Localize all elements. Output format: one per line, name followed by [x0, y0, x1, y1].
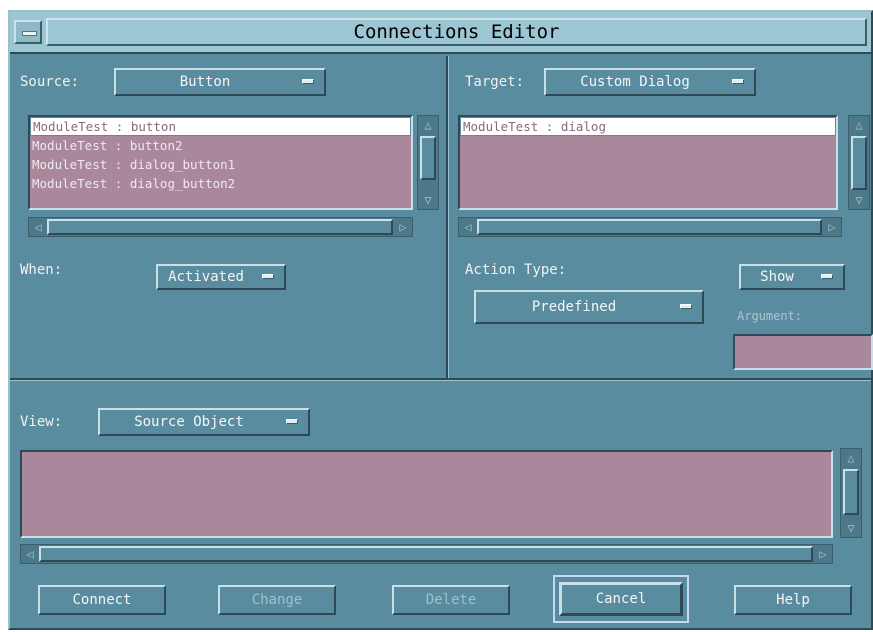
- list-item[interactable]: ModuleTest : dialog_button1: [30, 155, 411, 174]
- connections-list[interactable]: [20, 450, 833, 538]
- help-button[interactable]: Help: [734, 585, 852, 615]
- argument-label: Argument:: [737, 309, 803, 323]
- target-object-list[interactable]: ModuleTest : dialog: [458, 115, 838, 210]
- source-type-value: Button: [179, 74, 231, 90]
- list-item[interactable]: ModuleTest : dialog: [460, 117, 836, 136]
- source-label: Source:: [20, 74, 80, 90]
- scroll-up-icon[interactable]: △: [851, 117, 867, 133]
- action-show-menu[interactable]: Show: [739, 264, 845, 290]
- change-button[interactable]: Change: [218, 585, 336, 615]
- window-menu-icon[interactable]: [14, 20, 42, 44]
- window-title: Connections Editor: [46, 18, 867, 46]
- connections-list-hscrollbar[interactable]: ◁ ▷: [20, 544, 833, 564]
- view-label: View:: [20, 414, 63, 430]
- view-value: Source Object: [134, 414, 244, 430]
- list-item[interactable]: ModuleTest : button2: [30, 136, 411, 155]
- scroll-left-icon[interactable]: ◁: [460, 219, 476, 235]
- target-type-value: Custom Dialog: [580, 74, 690, 90]
- when-value: Activated: [168, 269, 244, 285]
- option-menu-icon: [680, 304, 692, 309]
- option-menu-icon: [262, 274, 274, 279]
- scroll-thumb[interactable]: [47, 219, 393, 235]
- target-list-vscrollbar[interactable]: △ ▽: [848, 115, 870, 210]
- list-item[interactable]: ModuleTest : dialog_button2: [30, 174, 411, 193]
- vertical-separator: [446, 56, 449, 378]
- scroll-up-icon[interactable]: △: [843, 450, 859, 466]
- scroll-thumb[interactable]: [420, 136, 436, 180]
- target-label: Target:: [465, 74, 525, 90]
- delete-button[interactable]: Delete: [392, 585, 510, 615]
- scroll-down-icon[interactable]: ▽: [851, 192, 867, 208]
- scroll-thumb[interactable]: [39, 546, 813, 562]
- horizontal-separator: [10, 378, 871, 381]
- scroll-left-icon[interactable]: ◁: [30, 219, 46, 235]
- source-object-list[interactable]: ModuleTest : button ModuleTest : button2…: [28, 115, 413, 210]
- scroll-up-icon[interactable]: △: [420, 117, 436, 133]
- option-menu-icon: [732, 79, 744, 84]
- action-show-value: Show: [760, 269, 794, 285]
- when-menu[interactable]: Activated: [156, 264, 286, 290]
- scroll-thumb[interactable]: [851, 136, 867, 190]
- when-label: When:: [20, 262, 63, 278]
- view-menu[interactable]: Source Object: [98, 408, 310, 436]
- connect-button[interactable]: Connect: [38, 585, 166, 615]
- connections-list-vscrollbar[interactable]: △ ▽: [840, 448, 862, 538]
- argument-field[interactable]: [733, 334, 873, 370]
- scroll-right-icon[interactable]: ▷: [395, 219, 411, 235]
- source-list-hscrollbar[interactable]: ◁ ▷: [28, 217, 413, 237]
- scroll-right-icon[interactable]: ▷: [815, 546, 831, 562]
- scroll-down-icon[interactable]: ▽: [420, 192, 436, 208]
- scroll-thumb[interactable]: [843, 469, 859, 515]
- target-list-hscrollbar[interactable]: ◁ ▷: [458, 217, 842, 237]
- cancel-button[interactable]: Cancel: [559, 582, 683, 616]
- connections-editor-window: Connections Editor Source: Button Module…: [8, 10, 873, 630]
- scroll-down-icon[interactable]: ▽: [843, 520, 859, 536]
- scroll-thumb[interactable]: [477, 219, 822, 235]
- scroll-left-icon[interactable]: ◁: [22, 546, 38, 562]
- action-type-label: Action Type:: [465, 262, 567, 278]
- action-type-value: Predefined: [531, 299, 617, 315]
- option-menu-icon: [821, 274, 833, 279]
- option-menu-icon: [302, 79, 314, 84]
- target-type-menu[interactable]: Custom Dialog: [544, 68, 756, 96]
- option-menu-icon: [286, 419, 298, 424]
- list-item[interactable]: ModuleTest : button: [30, 117, 411, 136]
- title-bar[interactable]: Connections Editor: [10, 12, 871, 54]
- scroll-right-icon[interactable]: ▷: [824, 219, 840, 235]
- source-list-vscrollbar[interactable]: △ ▽: [417, 115, 439, 210]
- source-type-menu[interactable]: Button: [114, 68, 326, 96]
- action-type-menu[interactable]: Predefined: [474, 290, 704, 324]
